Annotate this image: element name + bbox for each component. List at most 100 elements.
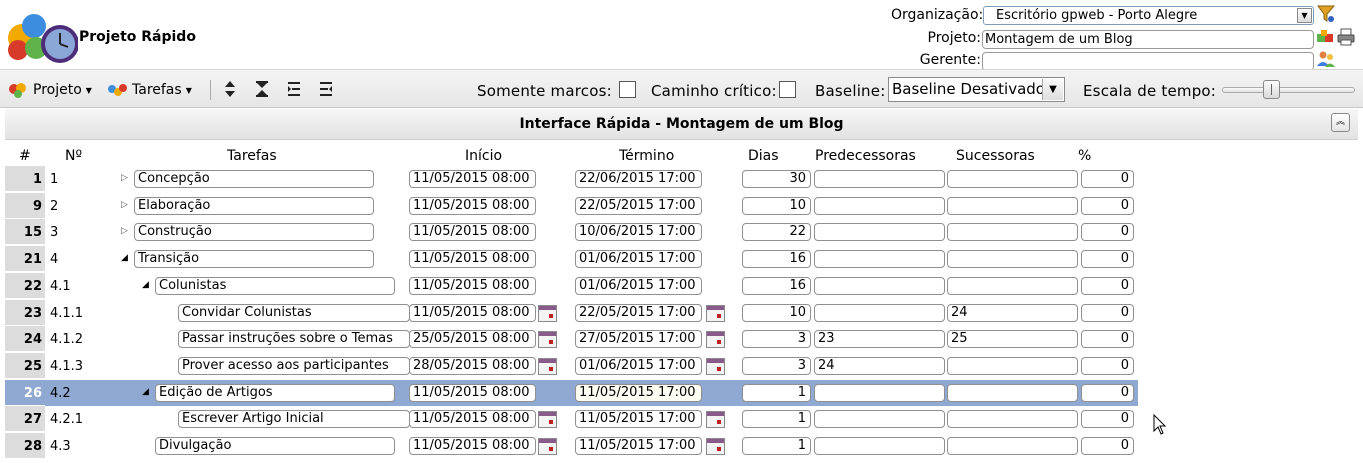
percent-field[interactable]: 0 (1081, 250, 1134, 269)
days-field[interactable]: 1 (742, 383, 811, 402)
successors-field[interactable] (947, 356, 1078, 375)
predecessors-field[interactable] (814, 303, 945, 322)
col-dias[interactable]: Dias (748, 148, 779, 164)
calendar-icon[interactable] (538, 331, 557, 349)
successors-field[interactable] (947, 410, 1078, 429)
end-date-field[interactable]: 10/06/2015 17:00 (575, 223, 702, 242)
puzzle-icon[interactable] (1316, 28, 1336, 48)
escala-slider-track[interactable] (1222, 87, 1355, 93)
predecessors-field[interactable] (814, 196, 945, 215)
collapse-panel-button[interactable]: ︽ (1331, 113, 1350, 132)
predecessors-field[interactable] (814, 276, 945, 295)
task-name-field[interactable]: Prover acesso aos participantes (178, 356, 410, 375)
percent-field[interactable]: 0 (1081, 383, 1134, 402)
start-date-field[interactable]: 25/05/2015 08:00 (409, 330, 536, 349)
task-name-field[interactable]: Colunistas (155, 276, 395, 295)
table-row[interactable]: 25 4.1.3 Prover acesso aos participantes 28… (5, 352, 1138, 379)
predecessors-field[interactable] (814, 383, 945, 402)
successors-field[interactable]: 24 (947, 303, 1078, 322)
successors-field[interactable] (947, 437, 1078, 455)
end-date-field[interactable]: 22/06/2015 17:00 (575, 170, 702, 188)
start-date-field[interactable]: 11/05/2015 08:00 (409, 410, 536, 429)
start-date-field[interactable]: 28/05/2015 08:00 (409, 356, 536, 375)
task-name-field[interactable]: Escrever Artigo Inicial (178, 410, 410, 429)
successors-field[interactable] (947, 250, 1078, 269)
calendar-icon[interactable] (538, 357, 557, 375)
successors-field[interactable] (947, 196, 1078, 215)
expand-arrow-icon[interactable]: ▷ (121, 226, 128, 236)
calendar-icon[interactable] (706, 357, 725, 375)
task-name-field[interactable]: Elaboração (134, 196, 374, 215)
start-date-field[interactable]: 11/05/2015 08:00 (409, 276, 536, 295)
predecessors-field[interactable] (814, 170, 945, 188)
percent-field[interactable]: 0 (1081, 330, 1134, 349)
end-date-field[interactable]: 27/05/2015 17:00 (575, 330, 702, 349)
task-name-field[interactable]: Convidar Colunistas (178, 303, 410, 322)
expand-arrow-icon[interactable]: ▷ (121, 173, 128, 183)
caminho-critico-checkbox[interactable] (779, 81, 796, 98)
percent-field[interactable]: 0 (1081, 196, 1134, 215)
col-predecessoras[interactable]: Predecessoras (815, 148, 916, 164)
outdent-icon[interactable] (318, 80, 334, 98)
col-sucessoras[interactable]: Sucessoras (956, 148, 1035, 164)
escala-slider-thumb[interactable] (1262, 80, 1280, 99)
tarefas-menu[interactable]: Tarefas ▼ (106, 80, 192, 100)
predecessors-field[interactable] (814, 223, 945, 242)
days-field[interactable]: 10 (742, 196, 811, 215)
table-row[interactable]: 1 1 ▷ Concepção 11/05/2015 08:00 22/06/2015 1… (5, 166, 1138, 192)
collapse-rows-icon[interactable] (254, 80, 270, 98)
task-name-field[interactable]: Transição (134, 250, 374, 269)
predecessors-field[interactable] (814, 250, 945, 269)
task-name-field[interactable]: Construção (134, 223, 374, 242)
projeto-field[interactable]: Montagem de um Blog (982, 30, 1314, 49)
end-date-field[interactable]: 01/06/2015 17:00 (575, 250, 702, 269)
col-termino[interactable]: Término (619, 148, 674, 164)
expand-arrow-icon[interactable]: ▷ (121, 200, 128, 210)
days-field[interactable]: 1 (742, 437, 811, 455)
table-row[interactable]: 23 4.1.1 Convidar Colunistas 11/05/2015 08:… (5, 299, 1138, 326)
collapse-arrow-icon[interactable]: ◢ (142, 387, 149, 397)
start-date-field[interactable]: 11/05/2015 08:00 (409, 223, 536, 242)
baseline-select[interactable]: Baseline Desativado ▼ (888, 77, 1065, 102)
days-field[interactable]: 1 (742, 410, 811, 429)
task-name-field[interactable]: Concepção (134, 170, 374, 188)
projeto-menu[interactable]: Projeto ▼ (7, 80, 92, 100)
table-row[interactable]: 27 4.2.1 Escrever Artigo Inicial 11/05/2015… (5, 406, 1138, 433)
collapse-arrow-icon[interactable]: ◢ (121, 253, 128, 263)
task-name-field[interactable]: Divulgação (155, 437, 395, 455)
percent-field[interactable]: 0 (1081, 276, 1134, 295)
percent-field[interactable]: 0 (1081, 410, 1134, 429)
start-date-field[interactable]: 11/05/2015 08:00 (409, 250, 536, 269)
successors-field[interactable]: 25 (947, 330, 1078, 349)
days-field[interactable]: 3 (742, 330, 811, 349)
chevron-down-icon[interactable]: ▼ (1297, 8, 1312, 23)
percent-field[interactable]: 0 (1081, 170, 1134, 188)
percent-field[interactable]: 0 (1081, 437, 1134, 455)
table-row[interactable]: 9 2 ▷ Elaboração 11/05/2015 08:00 22/05/2015 … (5, 192, 1138, 219)
days-field[interactable]: 3 (742, 356, 811, 375)
table-row[interactable]: 28 4.3 Divulgação 11/05/2015 08:00 11/05/201… (5, 433, 1138, 459)
indent-icon[interactable] (286, 80, 302, 98)
end-date-field[interactable]: 22/05/2015 17:00 (575, 196, 702, 215)
predecessors-field[interactable] (814, 410, 945, 429)
days-field[interactable]: 16 (742, 250, 811, 269)
organizacao-select[interactable]: Escritório gpweb - Porto Alegre ▼ (983, 6, 1314, 25)
days-field[interactable]: 22 (742, 223, 811, 242)
predecessors-field[interactable] (814, 437, 945, 455)
end-date-field[interactable]: 01/06/2015 17:00 (575, 356, 702, 375)
days-field[interactable]: 16 (742, 276, 811, 295)
end-date-field[interactable]: 11/05/2015 17:00 (575, 410, 702, 429)
somente-marcos-checkbox[interactable] (619, 81, 636, 98)
chevron-down-icon[interactable]: ▼ (1042, 79, 1063, 100)
end-date-field[interactable]: 01/06/2015 17:00 (575, 276, 702, 295)
start-date-field[interactable]: 11/05/2015 08:00 (409, 437, 536, 455)
end-date-field[interactable]: 11/05/2015 17:00 (575, 383, 702, 402)
printer-icon[interactable] (1336, 27, 1356, 47)
days-field[interactable]: 10 (742, 303, 811, 322)
predecessors-field[interactable]: 24 (814, 356, 945, 375)
calendar-icon[interactable] (538, 304, 557, 322)
end-date-field[interactable]: 11/05/2015 17:00 (575, 437, 702, 455)
table-row[interactable]: 26 4.2 ◢ Edição de Artigos 11/05/2015 08:00 1… (5, 379, 1138, 406)
start-date-field[interactable]: 11/05/2015 08:00 (409, 196, 536, 215)
successors-field[interactable] (947, 383, 1078, 402)
